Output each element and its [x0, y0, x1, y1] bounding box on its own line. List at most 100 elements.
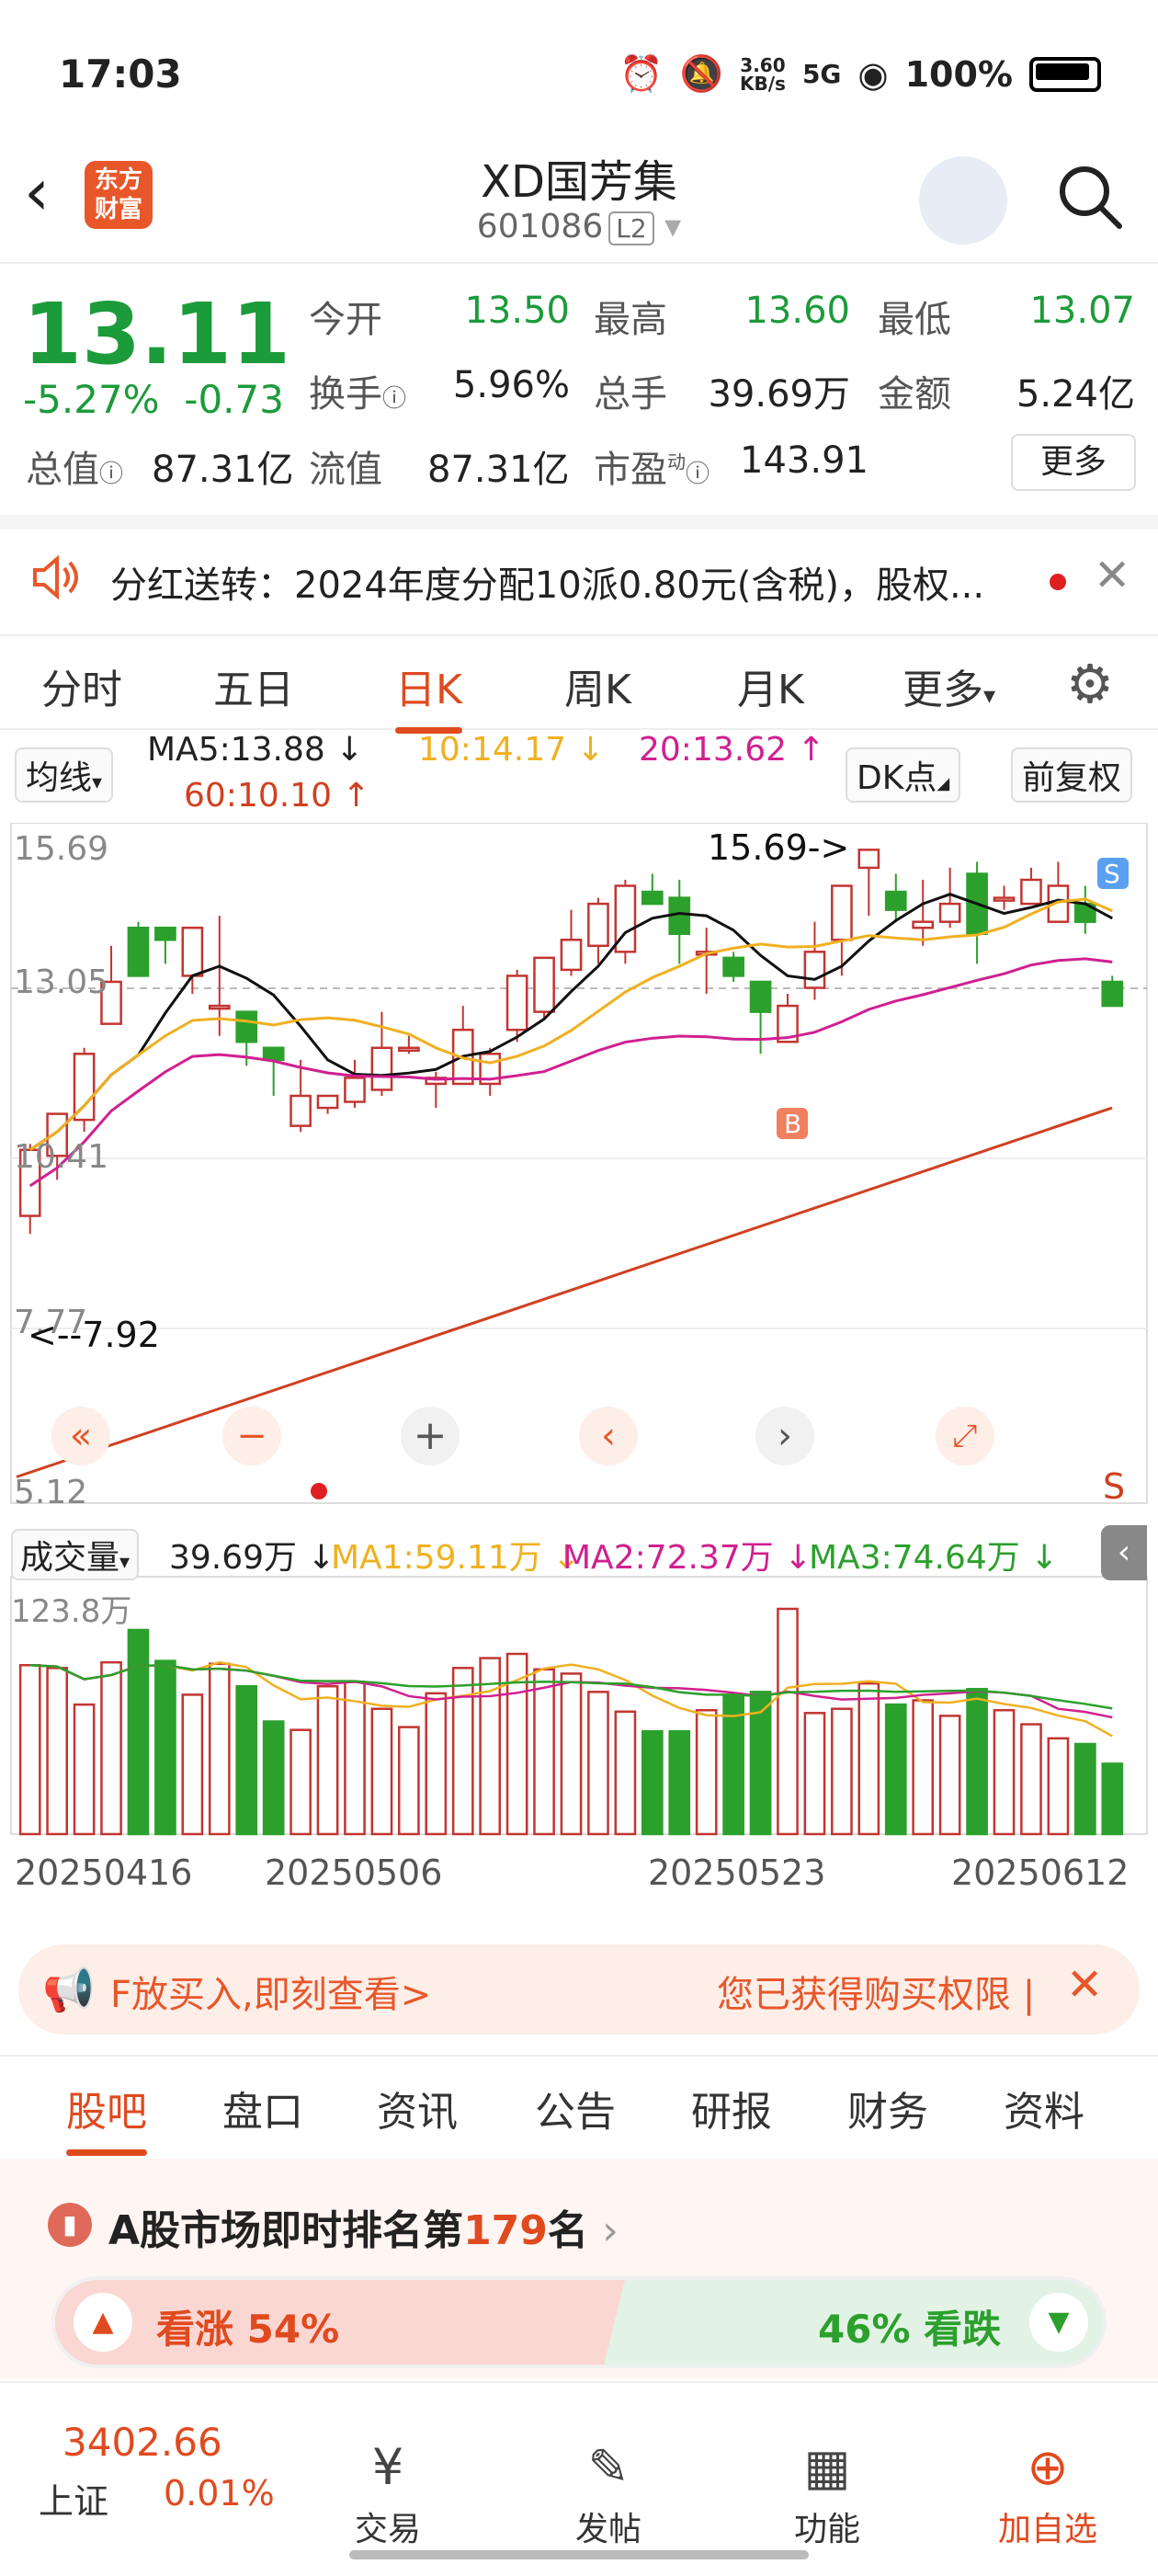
- candle-body[interactable]: [505, 975, 528, 1032]
- candle-body[interactable]: [370, 1046, 393, 1091]
- tab-daily-k[interactable]: 日K: [395, 656, 462, 734]
- yen-exchange-icon: ¥: [371, 2438, 404, 2496]
- candle-body[interactable]: [1101, 980, 1124, 1008]
- notice-text: 分红送转：2024年度分配10派0.80元(含税)，股权...: [110, 564, 985, 607]
- volume-label: 总手: [594, 373, 667, 416]
- candle-body[interactable]: [73, 1053, 96, 1122]
- red-dot: [311, 1483, 327, 1499]
- candle-body[interactable]: [749, 980, 772, 1013]
- volume-bar: [181, 1693, 204, 1836]
- candle-body[interactable]: [722, 956, 744, 977]
- volume-bar: [884, 1703, 907, 1836]
- candle-body[interactable]: [316, 1094, 339, 1110]
- close-icon[interactable]: ✕: [1094, 550, 1130, 601]
- candle-body[interactable]: [127, 926, 150, 977]
- adjust-button[interactable]: 前复权: [1011, 747, 1133, 803]
- candle-body[interactable]: [262, 1046, 285, 1062]
- tab-news[interactable]: 资讯: [377, 2079, 458, 2137]
- price-change: -5.27% -0.73: [23, 377, 284, 422]
- close-icon[interactable]: ✕: [1066, 1959, 1103, 2011]
- dk-point-dropdown[interactable]: DK点◢: [846, 747, 961, 803]
- volume-bar: [451, 1667, 474, 1836]
- candle-body[interactable]: [831, 884, 853, 941]
- assistant-avatar[interactable]: [919, 156, 1007, 245]
- nav-add-watchlist[interactable]: ⊕ 加自选: [974, 2438, 1121, 2550]
- candle-body[interactable]: [208, 1004, 231, 1010]
- candle-body[interactable]: [560, 939, 583, 972]
- kline-svg[interactable]: 15.69 13.05 10.41 7.77 5.12 15.69-> <--7…: [0, 822, 1158, 1926]
- tab-announcements[interactable]: 公告: [535, 2079, 616, 2137]
- volume-bar: [831, 1707, 853, 1836]
- more-button[interactable]: 更多: [1011, 434, 1136, 491]
- promo-banner[interactable]: 📢 F放买入,即刻查看> 您已获得购买权限 | ✕: [18, 1944, 1140, 2035]
- signal-icon: 5G: [801, 59, 842, 89]
- mcap-value: 87.31亿: [152, 449, 294, 491]
- volume-bar: [1101, 1762, 1124, 1836]
- candle-body[interactable]: [938, 902, 961, 923]
- tab-research[interactable]: 研报: [691, 2079, 772, 2137]
- tab-pankou[interactable]: 盘口: [222, 2079, 303, 2137]
- tab-guba[interactable]: 股吧: [66, 2079, 147, 2156]
- candle-body[interactable]: [344, 1077, 366, 1103]
- volume-current: 39.69万 ↓: [169, 1539, 335, 1577]
- candle-body[interactable]: [1020, 878, 1042, 906]
- dividend-notice[interactable]: 分红送转：2024年度分配10派0.80元(含税)，股权... ✕: [0, 515, 1158, 631]
- volume-bar: [560, 1672, 583, 1836]
- tab-intraday[interactable]: 分时: [41, 656, 122, 715]
- nav-trade[interactable]: ¥ 交易: [314, 2438, 461, 2550]
- fast-back-icon[interactable]: «: [51, 1407, 110, 1465]
- candle-body[interactable]: [533, 956, 555, 1013]
- candle-body[interactable]: [857, 849, 880, 870]
- zoom-out-icon[interactable]: −: [222, 1407, 281, 1465]
- candle-body[interactable]: [587, 902, 609, 948]
- candle-body[interactable]: [912, 920, 935, 929]
- speaker-icon: [28, 550, 83, 609]
- candle-body[interactable]: [641, 890, 664, 906]
- tab-weekly-k[interactable]: 周K: [564, 656, 631, 715]
- y-low-label: 10.41: [14, 1138, 108, 1176]
- net-speed: 3.60 KB/s: [740, 53, 786, 95]
- kline-chart[interactable]: 15.69 13.05 10.41 7.77 5.12 15.69-> <--7…: [0, 822, 1158, 1926]
- volume-bar: [235, 1684, 258, 1836]
- candle-body[interactable]: [154, 926, 176, 941]
- zoom-in-icon[interactable]: +: [401, 1407, 460, 1465]
- candle-body[interactable]: [884, 890, 907, 911]
- volume-bar: [127, 1628, 150, 1836]
- index-value[interactable]: 3402.66: [62, 2420, 222, 2465]
- nav-post[interactable]: ✎ 发帖: [535, 2438, 682, 2550]
- rank-icon: ▮: [48, 2203, 92, 2247]
- volume-dropdown[interactable]: 成交量▾: [11, 1529, 140, 1580]
- prev-icon[interactable]: ‹: [579, 1407, 638, 1465]
- tab-five-day[interactable]: 五日: [213, 656, 294, 715]
- candle-body[interactable]: [290, 1094, 312, 1127]
- avg-line-dropdown[interactable]: 均线▾: [15, 747, 114, 803]
- candle-body[interactable]: [181, 926, 204, 977]
- bull-button[interactable]: ▲: [74, 2293, 132, 2352]
- home-indicator: [349, 2550, 809, 2559]
- high-annotation: 15.69->: [708, 827, 849, 868]
- candle-body[interactable]: [993, 896, 1016, 902]
- volume-bar: [1047, 1737, 1070, 1836]
- tab-monthly-k[interactable]: 月K: [737, 656, 804, 715]
- nav-functions[interactable]: ▦ 功能: [754, 2438, 901, 2550]
- search-icon[interactable]: [1053, 160, 1127, 237]
- content-tabs: 股吧 盘口 资讯 公告 研报 财务 资料: [0, 2055, 1158, 2161]
- candle-body[interactable]: [398, 1046, 420, 1053]
- wifi-icon: ◉: [857, 53, 889, 95]
- collapse-icon[interactable]: ‹: [1101, 1525, 1147, 1580]
- quote-panel: 13.11 -5.27% -0.73 今开 13.50 最高 13.60 最低 …: [0, 267, 1158, 506]
- fullscreen-icon[interactable]: ⤢: [936, 1407, 994, 1465]
- turnover-value: 5.96%: [452, 364, 570, 406]
- candle-body[interactable]: [235, 1010, 258, 1043]
- bear-button[interactable]: ▼: [1029, 2293, 1088, 2352]
- volume-value: 39.69万: [708, 373, 850, 416]
- next-icon[interactable]: ›: [755, 1407, 814, 1465]
- candle-body[interactable]: [803, 951, 826, 989]
- tab-finance[interactable]: 财务: [847, 2079, 928, 2137]
- tab-more[interactable]: 更多▾: [903, 656, 995, 715]
- volume-bar: [803, 1712, 826, 1836]
- gear-icon[interactable]: ⚙: [1066, 653, 1114, 715]
- tab-profile[interactable]: 资料: [1004, 2079, 1084, 2137]
- volume-bar: [370, 1707, 393, 1836]
- rank-text[interactable]: A股市场即时排名第179名 ›: [108, 2197, 619, 2256]
